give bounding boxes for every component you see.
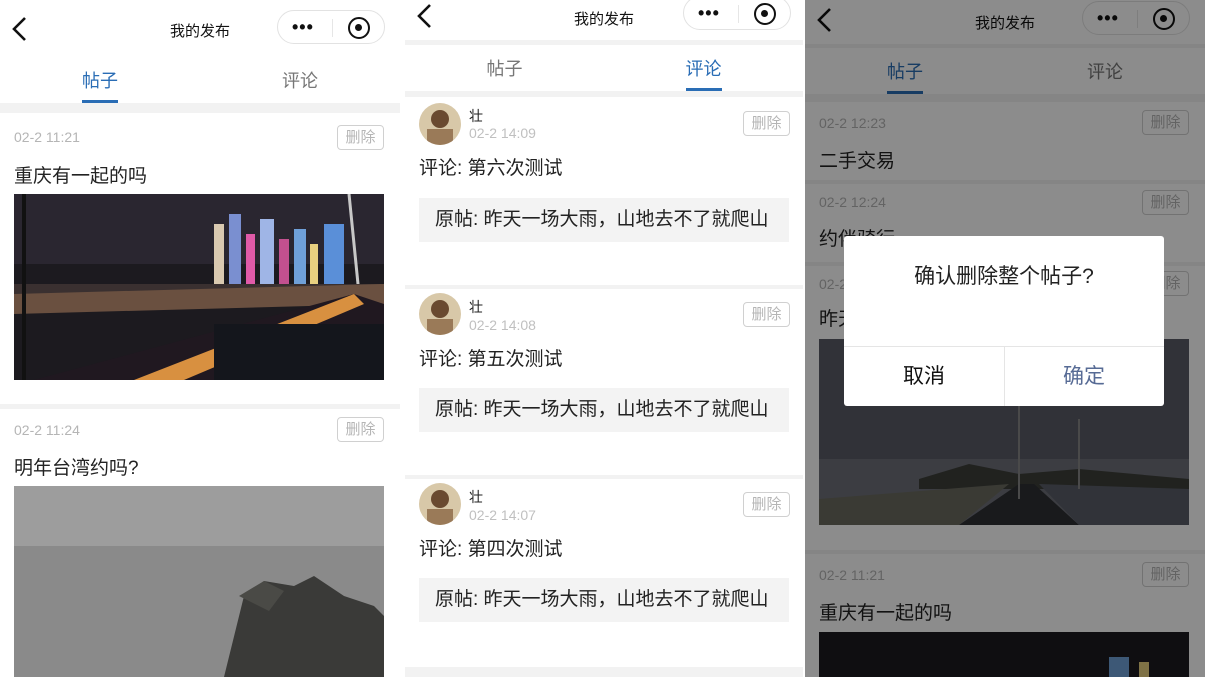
posts-screen: 我的发布 ••• 帖子 评论 02-2 11:21 删除 重庆有一起的吗 02-… bbox=[0, 0, 400, 677]
capsule-divider bbox=[738, 5, 739, 23]
comment-card: 壮 02-2 14:07 删除 评论: 第四次测试 原帖: 昨天一场大雨，山地去… bbox=[405, 479, 803, 667]
comment-text: 评论: 第四次测试 bbox=[419, 539, 563, 560]
original-post-quote[interactable]: 原帖: 昨天一场大雨，山地去不了就爬山 bbox=[419, 198, 789, 242]
comments-screen: 我的发布 ••• 帖子 评论 壮 02-2 14:09 删除 评论: 第六次测试… bbox=[405, 0, 803, 677]
delete-button[interactable]: 删除 bbox=[337, 125, 384, 150]
mini-program-capsule: ••• bbox=[277, 10, 385, 44]
separator bbox=[405, 667, 803, 677]
delete-button[interactable]: 删除 bbox=[743, 302, 790, 327]
post-image[interactable] bbox=[14, 194, 384, 380]
comment-text: 评论: 第六次测试 bbox=[419, 158, 563, 179]
mini-program-capsule: ••• bbox=[683, 0, 791, 30]
original-post-quote[interactable]: 原帖: 昨天一场大雨，山地去不了就爬山 bbox=[419, 578, 789, 622]
post-text: 重庆有一起的吗 bbox=[14, 166, 148, 187]
post-image[interactable] bbox=[14, 486, 384, 677]
avatar[interactable] bbox=[419, 293, 461, 335]
cancel-button[interactable]: 取消 bbox=[844, 347, 1004, 406]
delete-button[interactable]: 删除 bbox=[337, 417, 384, 442]
comment-card: 壮 02-2 14:09 删除 评论: 第六次测试 原帖: 昨天一场大雨，山地去… bbox=[405, 97, 803, 285]
confirm-delete-dialog: 确认删除整个帖子? 取消 确定 bbox=[844, 236, 1164, 406]
commenter-name: 壮 bbox=[469, 108, 483, 124]
avatar[interactable] bbox=[419, 483, 461, 525]
comment-time: 02-2 14:07 bbox=[469, 507, 536, 523]
commenter-name: 壮 bbox=[469, 489, 483, 505]
delete-button[interactable]: 删除 bbox=[743, 492, 790, 517]
post-time: 02-2 11:21 bbox=[14, 129, 80, 145]
separator bbox=[0, 103, 400, 113]
comment-text: 评论: 第五次测试 bbox=[419, 349, 563, 370]
tab-comments[interactable]: 评论 bbox=[604, 45, 803, 91]
delete-button[interactable]: 删除 bbox=[743, 111, 790, 136]
nav-bar: 我的发布 ••• bbox=[405, 0, 803, 44]
commenter-name: 壮 bbox=[469, 299, 483, 315]
dialog-title: 确认删除整个帖子? bbox=[914, 265, 1094, 288]
avatar[interactable] bbox=[419, 103, 461, 145]
sea-rock-photo bbox=[14, 486, 384, 677]
tab-posts[interactable]: 帖子 bbox=[0, 57, 200, 103]
post-text: 明年台湾约吗? bbox=[14, 458, 139, 479]
close-target-icon[interactable] bbox=[348, 17, 370, 39]
close-target-icon[interactable] bbox=[754, 3, 776, 25]
confirm-button[interactable]: 确定 bbox=[1004, 347, 1164, 406]
tab-bar: 帖子 评论 bbox=[405, 45, 803, 91]
comment-time: 02-2 14:09 bbox=[469, 125, 536, 141]
tab-posts[interactable]: 帖子 bbox=[405, 45, 604, 91]
comment-card: 壮 02-2 14:08 删除 评论: 第五次测试 原帖: 昨天一场大雨，山地去… bbox=[405, 289, 803, 475]
posts-screen-with-dialog: 我的发布 ••• 帖子 评论 02-2 12:23 删除 二手交易 02-2 1… bbox=[805, 0, 1205, 677]
post-time: 02-2 11:24 bbox=[14, 422, 80, 438]
more-menu-icon[interactable]: ••• bbox=[698, 4, 720, 22]
post-card: 02-2 11:24 删除 明年台湾约吗? bbox=[0, 409, 400, 677]
post-card: 02-2 11:21 删除 重庆有一起的吗 bbox=[0, 116, 400, 404]
comment-time: 02-2 14:08 bbox=[469, 317, 536, 333]
tab-bar: 帖子 评论 bbox=[0, 57, 400, 103]
nav-bar: 我的发布 ••• bbox=[0, 0, 400, 52]
capsule-divider bbox=[332, 19, 333, 37]
original-post-quote[interactable]: 原帖: 昨天一场大雨，山地去不了就爬山 bbox=[419, 388, 789, 432]
more-menu-icon[interactable]: ••• bbox=[292, 18, 314, 36]
tab-comments[interactable]: 评论 bbox=[200, 57, 400, 103]
night-bridge-city-photo bbox=[14, 194, 384, 380]
